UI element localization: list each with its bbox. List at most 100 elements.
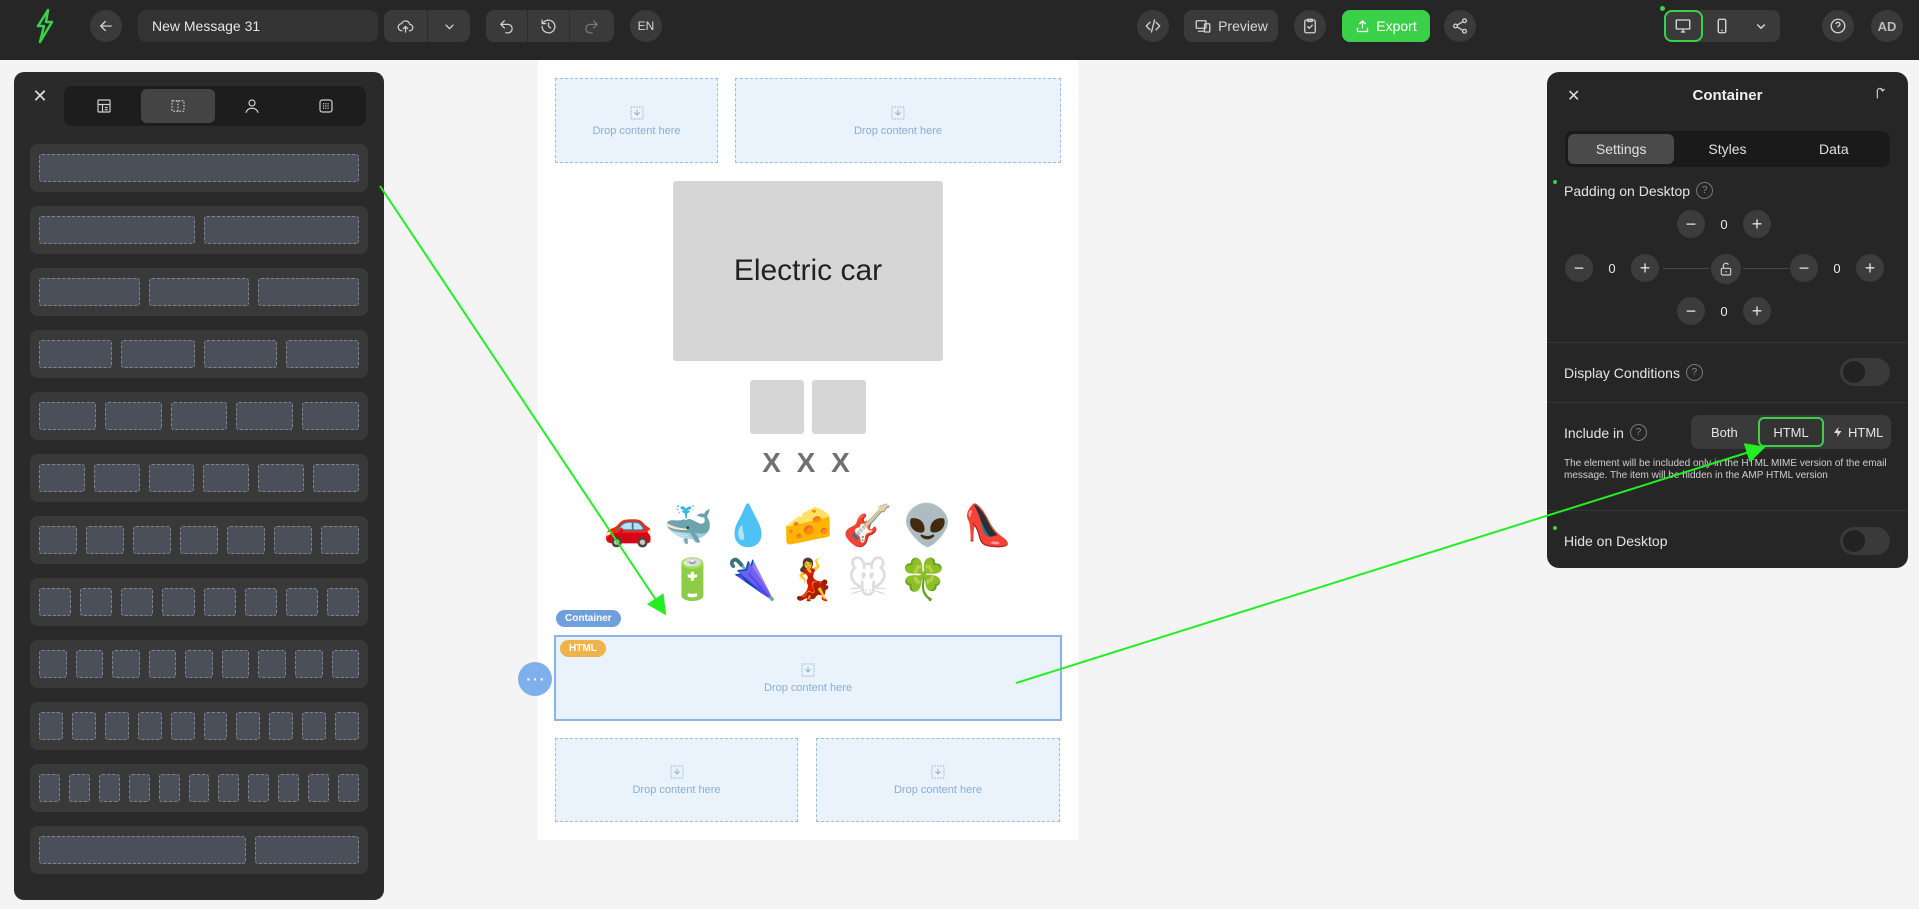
decrement-button[interactable]: − (1677, 297, 1705, 325)
layout-option[interactable] (30, 640, 368, 688)
drop-zone[interactable]: Drop content here (816, 738, 1060, 822)
tab-saved-modules[interactable] (215, 89, 289, 123)
chevron-down-icon (444, 23, 454, 29)
padding-left-value[interactable]: 0 (1593, 261, 1631, 276)
selected-container-drop-zone[interactable]: Drop content here (554, 635, 1062, 721)
emoji: 🌂 (727, 557, 778, 603)
layout-column (170, 402, 228, 430)
templates-icon (97, 99, 111, 113)
layout-column (148, 650, 177, 678)
mobile-view-button[interactable] (1703, 10, 1742, 42)
emoji: 🍀 (898, 557, 949, 603)
back-button[interactable] (90, 10, 122, 42)
drop-zone[interactable]: Drop content here (555, 78, 718, 163)
include-amp-html-option[interactable]: HTML (1826, 417, 1889, 447)
increment-button[interactable]: + (1856, 254, 1884, 282)
device-switcher (1664, 10, 1780, 42)
layout-column (227, 526, 265, 554)
status-dot (1553, 180, 1557, 184)
layout-option[interactable] (30, 454, 368, 502)
save-options-dropdown[interactable] (428, 10, 470, 42)
thumbnail-placeholder[interactable] (812, 380, 866, 434)
user-avatar[interactable]: AD (1871, 10, 1903, 42)
pin-icon (1876, 87, 1886, 99)
decrement-button[interactable]: − (1790, 254, 1818, 282)
container-badge[interactable]: Container (556, 610, 621, 627)
tab-modules[interactable] (289, 89, 363, 123)
emoji: 👽 (902, 503, 953, 549)
tab-styles[interactable]: Styles (1674, 134, 1780, 164)
share-button[interactable] (1444, 10, 1476, 42)
tab-settings[interactable]: Settings (1568, 134, 1675, 164)
device-options-dropdown[interactable] (1741, 10, 1780, 42)
redo-icon (584, 19, 598, 34)
layout-column (148, 464, 195, 492)
test-checklist-button[interactable] (1294, 10, 1326, 42)
decrement-button[interactable]: − (1565, 254, 1593, 282)
tab-data[interactable]: Data (1781, 134, 1887, 164)
clipboard-check-icon (1304, 18, 1316, 34)
display-conditions-label: Display Conditions (1564, 364, 1680, 381)
layout-option[interactable] (30, 826, 368, 874)
message-title-input[interactable]: New Message 31 (138, 10, 378, 42)
layout-option[interactable] (30, 764, 368, 812)
help-icon[interactable]: ? (1696, 182, 1714, 199)
divider (1547, 402, 1908, 403)
collapse-panel-button[interactable] (1872, 85, 1888, 106)
cloud-upload-button[interactable] (384, 10, 428, 42)
layout-option[interactable] (30, 330, 368, 378)
hide-on-desktop-toggle[interactable] (1840, 527, 1890, 555)
include-both-option[interactable]: Both (1693, 417, 1756, 447)
language-button[interactable]: EN (630, 10, 662, 42)
hero-image-placeholder[interactable]: Electric car (673, 181, 943, 361)
help-icon[interactable]: ? (1685, 364, 1703, 381)
layout-column (39, 278, 140, 306)
include-html-option[interactable]: HTML (1757, 417, 1825, 447)
redo-button[interactable] (570, 10, 612, 42)
padding-right-value[interactable]: 0 (1818, 261, 1856, 276)
decrement-button[interactable]: − (1677, 210, 1705, 238)
export-button[interactable]: Export (1342, 10, 1430, 42)
layout-column (321, 526, 359, 554)
preview-button[interactable]: Preview (1184, 10, 1278, 42)
padding-bottom-value[interactable]: 0 (1705, 304, 1743, 319)
increment-button[interactable]: + (1631, 254, 1659, 282)
layout-option[interactable] (30, 578, 368, 626)
drop-zone[interactable]: Drop content here (735, 78, 1061, 163)
help-button[interactable] (1822, 10, 1854, 42)
padding-lock-button[interactable] (1711, 254, 1741, 284)
layout-column (338, 774, 359, 802)
layout-option[interactable] (30, 144, 368, 192)
desktop-view-button[interactable] (1664, 10, 1703, 42)
history-button[interactable] (528, 10, 570, 42)
include-both-label: Both (1710, 424, 1738, 440)
drop-icon (670, 765, 683, 779)
container-more-options-button[interactable]: ··· (518, 662, 552, 696)
code-view-button[interactable] (1137, 10, 1169, 42)
increment-button[interactable]: + (1743, 297, 1771, 325)
tab-layouts[interactable] (141, 89, 215, 123)
padding-bottom-stepper: − 0 + (1677, 297, 1771, 325)
layout-column (185, 650, 213, 678)
layout-column (93, 464, 140, 492)
tab-templates[interactable] (67, 89, 141, 123)
padding-top-value[interactable]: 0 (1705, 217, 1743, 232)
layout-option[interactable] (30, 516, 368, 564)
layout-option[interactable] (30, 206, 368, 254)
close-panel-button[interactable]: ✕ (30, 86, 50, 106)
layout-option[interactable] (30, 702, 368, 750)
display-conditions-toggle[interactable] (1840, 358, 1890, 386)
close-icon[interactable]: ✕ (1567, 86, 1580, 106)
layout-column (137, 712, 162, 740)
increment-button[interactable]: + (1743, 210, 1771, 238)
layout-column (39, 588, 72, 616)
app-logo-icon[interactable] (34, 8, 56, 44)
drop-icon (891, 106, 905, 119)
drop-zone[interactable]: Drop content here (555, 738, 798, 822)
layout-option[interactable] (30, 392, 368, 440)
help-icon[interactable]: ? (1629, 424, 1647, 441)
undo-button[interactable] (486, 10, 528, 42)
thumbnail-placeholder[interactable] (750, 380, 804, 434)
text-block[interactable]: X X X (538, 447, 1078, 479)
layout-option[interactable] (30, 268, 368, 316)
